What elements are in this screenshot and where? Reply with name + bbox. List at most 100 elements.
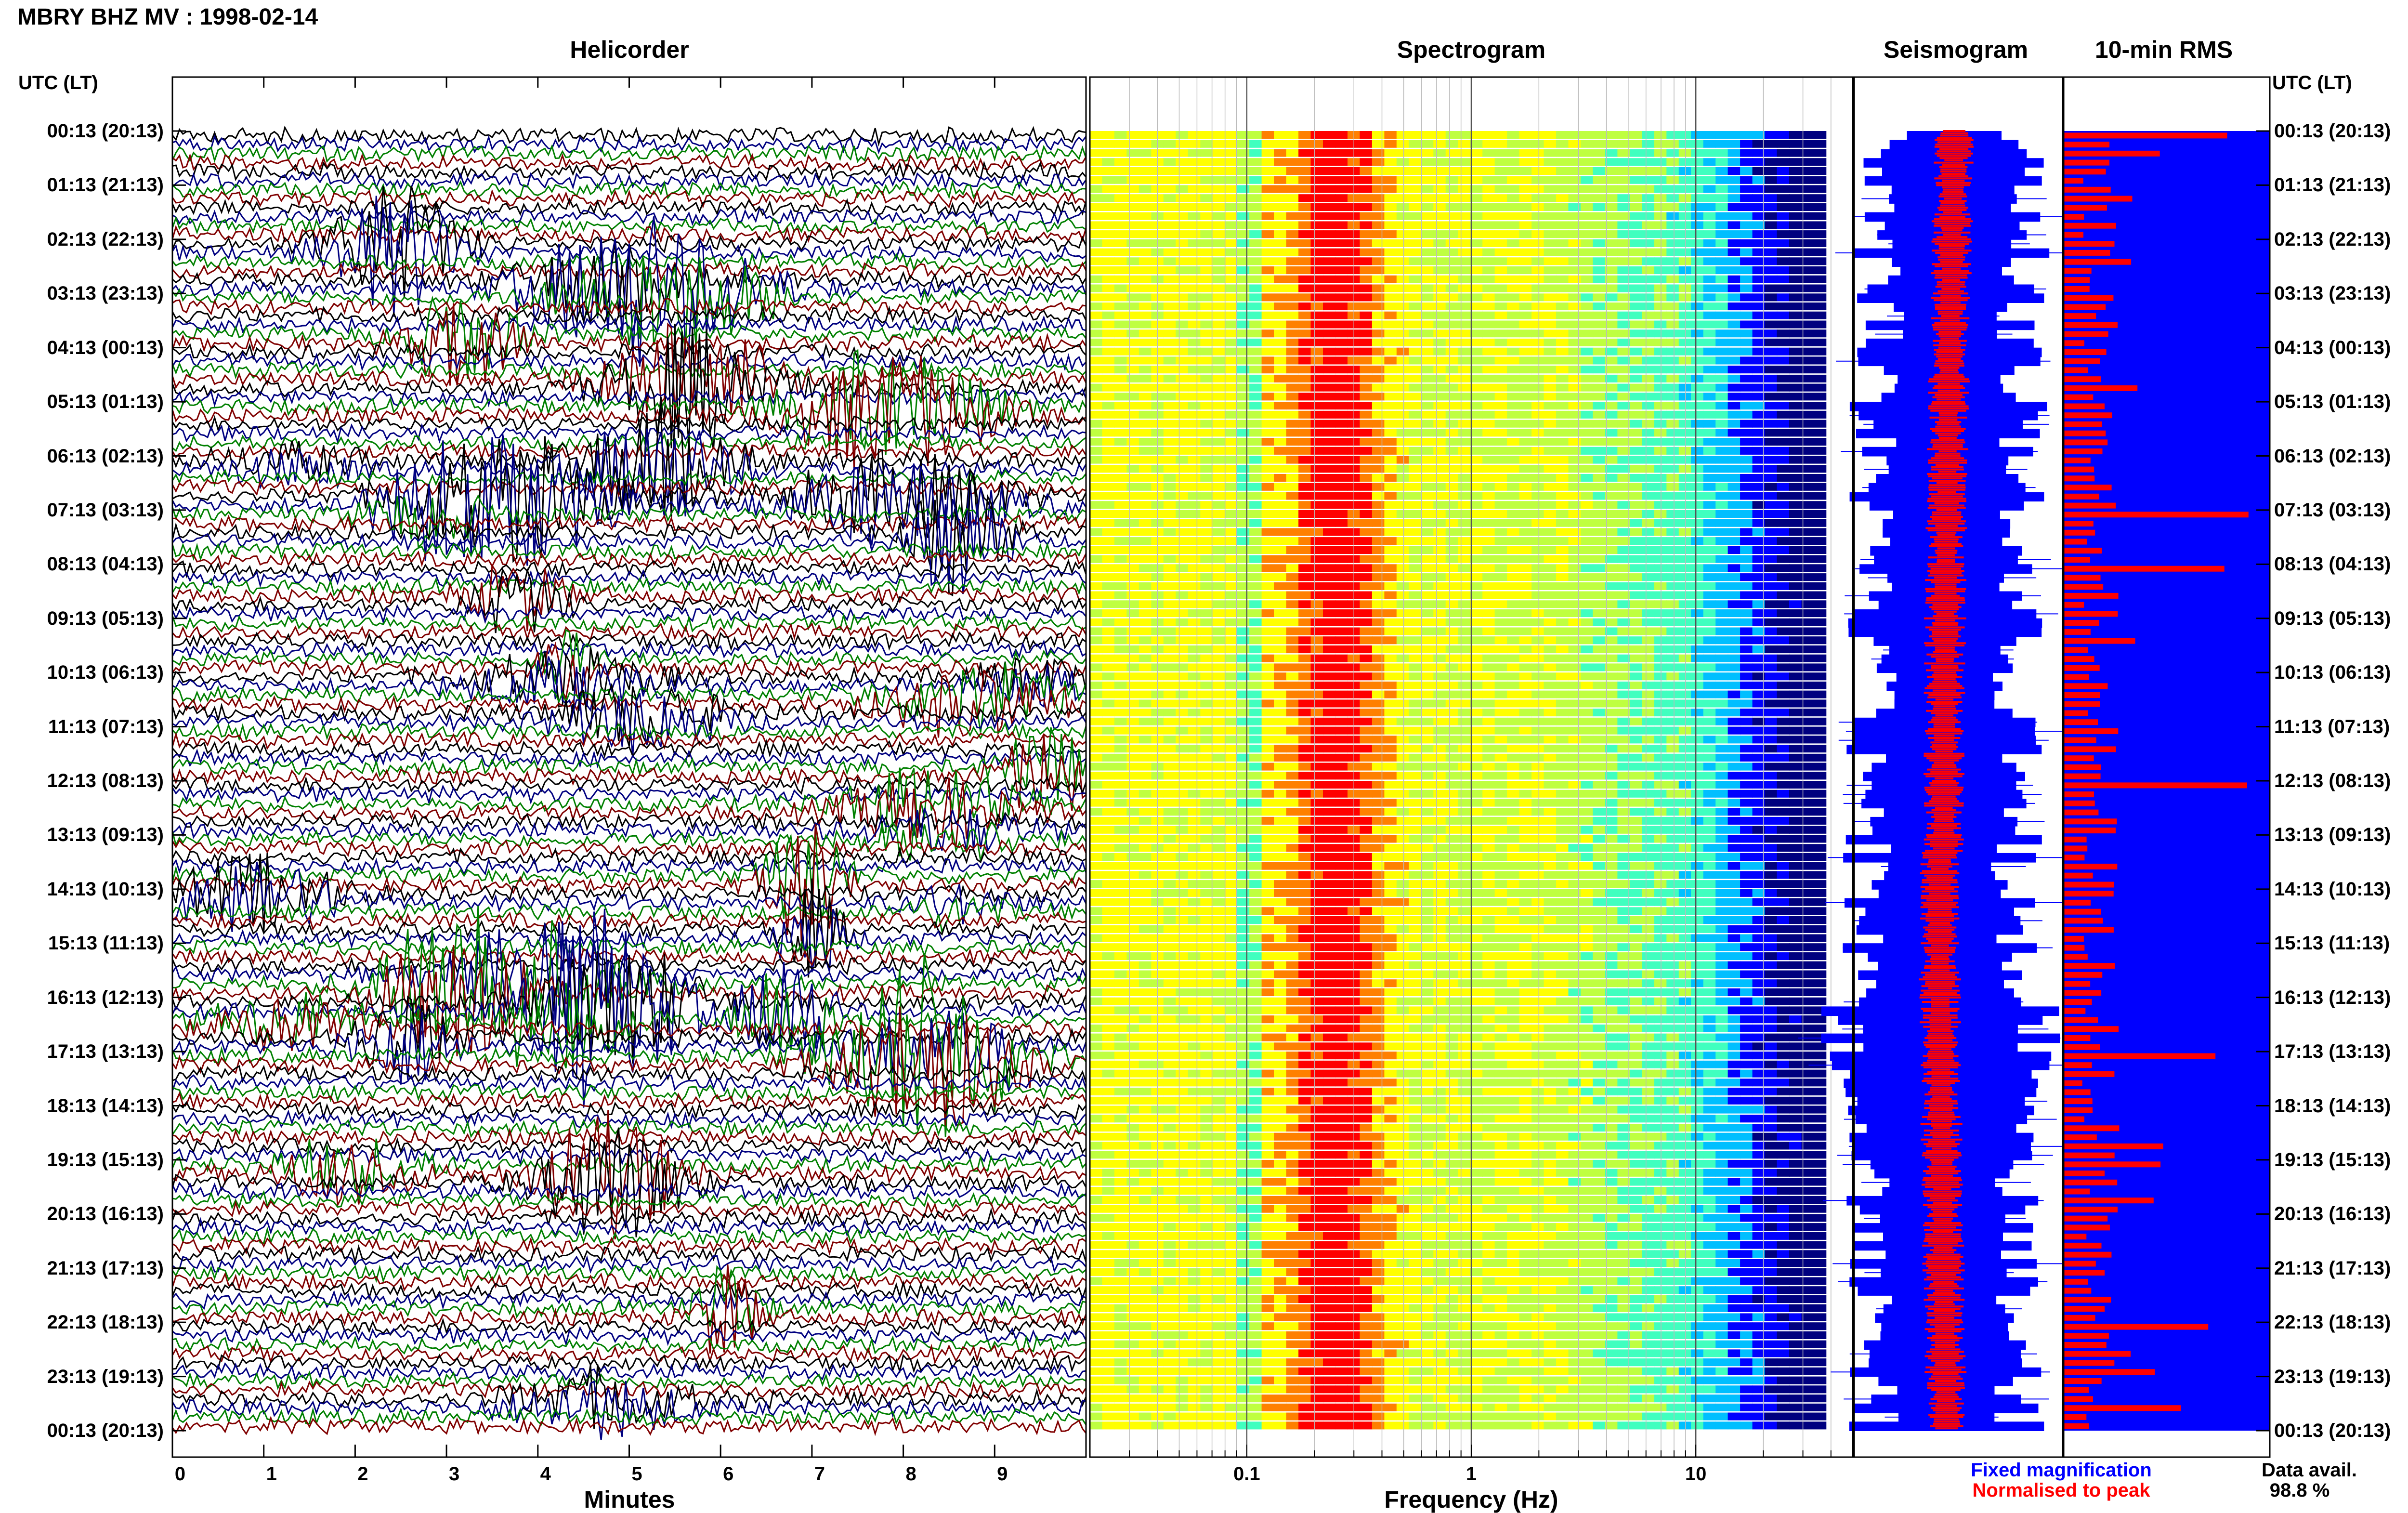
spectrogram-cell [1740,221,1753,229]
spectrogram-cell [1814,347,1827,355]
spectrogram-cell [1445,546,1458,554]
spectrogram-cell [1654,564,1667,572]
spectrogram-cell [1396,699,1410,708]
spectrogram-cell [1556,447,1569,455]
spectrogram-cell [1581,167,1594,175]
spectrogram-cell [1225,709,1238,717]
spectrogram-cell [1556,338,1569,346]
spectrogram-cell [1482,618,1495,626]
spectrogram-cell [1691,654,1704,662]
spectrogram-cell [1482,374,1495,382]
spectrogram-cell [1188,690,1201,698]
spectrogram-cell [1360,546,1373,554]
spectrogram-cell [1237,753,1250,762]
spectrogram-cell [1765,808,1778,816]
spectrogram-cell [1654,221,1667,229]
spectrogram-cell [1740,763,1753,771]
spectrogram-cell [1765,835,1778,843]
spectrogram-cell [1789,176,1802,184]
spectrogram-cell [1114,176,1127,184]
spectrogram-cell [1090,303,1103,311]
spectrogram-cell [1286,248,1299,256]
spectrogram-cell [1212,212,1225,220]
spectrogram-cell [1470,275,1483,283]
spectrogram-cell [1212,338,1225,346]
spectrogram-cell [1409,537,1422,545]
spectrogram-cell [1531,167,1544,175]
spectrogram-cell [1396,456,1410,464]
spectrogram-cell [1642,492,1655,500]
spectrogram-cell [1445,456,1458,464]
spectrogram-cell [1814,303,1827,311]
spectrogram-cell [1323,844,1336,852]
spectrogram-cell [1421,736,1434,744]
spectrogram-cell [1237,717,1250,725]
spectrogram-cell [1421,816,1434,825]
spectrogram-cell [1605,266,1618,275]
spectrogram-cell [1801,284,1814,292]
spectrogram-cell [1703,826,1716,834]
spectrogram-cell [1433,266,1446,275]
spectrogram-cell [1384,167,1397,175]
spectrogram-cell [1568,338,1581,346]
spectrogram-cell [1703,257,1716,265]
spectrogram-cell [1642,519,1655,527]
spectrogram-cell [1188,816,1201,825]
spectrogram-cell [1642,844,1655,852]
spectrogram-cell [1090,374,1103,382]
spectrogram-cell [1801,816,1814,825]
spectrogram-cell [1102,636,1115,645]
spectrogram-cell [1507,465,1520,473]
spectrogram-cell [1777,402,1790,410]
spectrogram-cell [1678,826,1692,834]
spectrogram-cell [1777,546,1790,554]
spectrogram-cell [1482,338,1495,346]
spectrogram-cell [1765,799,1778,807]
spectrogram-cell [1323,311,1336,319]
spectrogram-cell [1519,537,1532,545]
spectrogram-cell [1200,672,1213,681]
spectrogram-cell [1765,618,1778,626]
spectrogram-cell [1666,230,1679,238]
spectrogram-cell [1090,808,1103,816]
spectrogram-cell [1176,618,1189,626]
spectrogram-cell [1629,564,1643,572]
spectrogram-cell [1470,844,1483,852]
spectrogram-cell [1274,681,1287,689]
spectrogram-cell [1556,239,1569,247]
spectrogram-cell [1286,618,1299,626]
spectrogram-cell [1421,465,1434,473]
spectrogram-cell [1544,203,1557,211]
spectrogram-cell [1433,627,1446,635]
spectrogram-cell [1581,438,1594,446]
spectrogram-cell [1274,745,1287,753]
spectrogram-cell [1212,410,1225,419]
spectrogram-cell [1556,483,1569,491]
spectrogram-cell [1200,320,1213,329]
spectrogram-cell [1335,763,1348,771]
spectrogram-cell [1372,546,1385,554]
spectrogram-cell [1642,167,1655,175]
spectrogram-cell [1654,672,1667,681]
spectrogram-cell [1396,799,1410,807]
spectrogram-cell [1629,311,1643,319]
spectrogram-cell [1544,772,1557,780]
spectrogram-cell [1163,257,1177,265]
spectrogram-cell [1237,492,1250,500]
spectrogram-cell [1372,456,1385,464]
spectrogram-cell [1237,158,1250,166]
spectrogram-cell [1556,176,1569,184]
spectrogram-cell [1225,663,1238,671]
spectrogram-cell [1494,528,1507,536]
spectrogram-cell [1581,573,1594,581]
spectrogram-cell [1715,726,1728,735]
spectrogram-cell [1188,410,1201,419]
spectrogram-cell [1237,789,1250,798]
spectrogram-cell [1519,347,1532,355]
spectrogram-cell [1581,528,1594,536]
spectrogram-cell [1458,347,1471,355]
spectrogram-cell [1801,140,1814,148]
spectrogram-cell [1188,176,1201,184]
spectrogram-cell [1703,844,1716,852]
spectrogram-cell [1200,564,1213,572]
